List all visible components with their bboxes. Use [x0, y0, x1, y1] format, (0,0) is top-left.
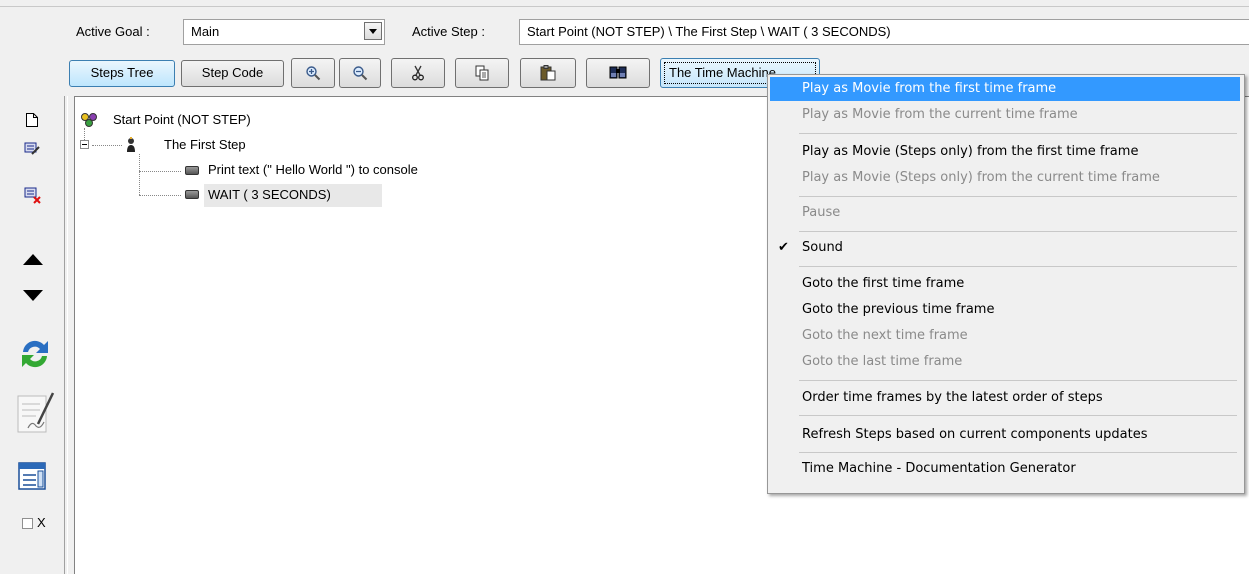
left-toolbar: [0, 96, 62, 574]
chevron-down-icon[interactable]: [364, 22, 382, 40]
find-button[interactable]: [586, 58, 650, 88]
menu-separator: [799, 415, 1237, 416]
menu-item-sound-label: Sound: [802, 240, 843, 255]
move-down-icon[interactable]: [22, 289, 44, 303]
active-goal-value: Main: [191, 24, 220, 39]
menu-item-goto-previous[interactable]: Goto the previous time frame: [770, 298, 1240, 322]
start-point-icon: [81, 113, 97, 127]
copy-button[interactable]: [455, 58, 509, 88]
tree-connector: [139, 195, 181, 196]
steps-tree-button[interactable]: Steps Tree: [69, 60, 175, 87]
menu-separator: [799, 196, 1237, 197]
notes-icon[interactable]: [16, 390, 56, 436]
tree-connector: [139, 154, 140, 195]
collapse-icon[interactable]: [80, 140, 89, 149]
cut-button[interactable]: [391, 58, 445, 88]
left-toolbar-divider-highlight: [67, 96, 68, 574]
move-up-icon[interactable]: [22, 252, 44, 266]
menu-item-sound[interactable]: ✔ Sound: [770, 236, 1240, 260]
zoom-in-button[interactable]: [291, 58, 335, 88]
zoom-in-icon: [306, 66, 321, 81]
active-step-label: Active Step :: [412, 24, 485, 39]
time-machine-menu-items: Play as Movie from the first time frame …: [767, 74, 1245, 494]
edit-step-icon[interactable]: [24, 140, 40, 156]
refresh-icon[interactable]: [17, 336, 53, 372]
left-toolbar-divider: [64, 96, 65, 574]
active-step-field[interactable]: Start Point (NOT STEP) \ The First Step …: [519, 19, 1249, 45]
menu-separator: [799, 231, 1237, 232]
step-command-icon: [185, 166, 199, 175]
menu-item-goto-first[interactable]: Goto the first time frame: [770, 272, 1240, 296]
active-step-value: Start Point (NOT STEP) \ The First Step …: [527, 24, 891, 39]
window-top-border: [0, 6, 1249, 7]
step-command-icon: [185, 190, 199, 199]
menu-item-play-steps-current[interactable]: Play as Movie (Steps only) from the curr…: [770, 166, 1240, 190]
window-icon[interactable]: [18, 462, 46, 490]
menu-separator: [799, 133, 1237, 134]
paste-button[interactable]: [520, 58, 576, 88]
menu-item-play-movie-current[interactable]: Play as Movie from the current time fram…: [770, 103, 1240, 127]
tree-node-the-first-step[interactable]: The First Step: [164, 137, 246, 152]
menu-item-play-steps-first[interactable]: Play as Movie (Steps only) from the firs…: [770, 140, 1240, 164]
menu-item-order-time-frames[interactable]: Order time frames by the latest order of…: [770, 386, 1240, 410]
tree-node-print-text[interactable]: Print text (" Hello World ") to console: [208, 162, 418, 177]
zoom-out-button[interactable]: [339, 58, 381, 88]
menu-separator: [799, 452, 1237, 453]
menu-separator: [799, 266, 1237, 267]
menu-separator: [799, 380, 1237, 381]
menu-item-pause[interactable]: Pause: [770, 201, 1240, 225]
step-node-icon: [127, 137, 135, 152]
menu-item-goto-next[interactable]: Goto the next time frame: [770, 324, 1240, 348]
check-icon: ✔: [778, 240, 789, 255]
zoom-out-icon: [353, 66, 368, 81]
x-checkbox[interactable]: [22, 518, 33, 529]
find-icon: [609, 66, 627, 79]
tree-connector: [139, 171, 181, 172]
new-file-icon[interactable]: [25, 112, 39, 128]
cut-icon: [412, 65, 424, 81]
tree-node-wait[interactable]: WAIT ( 3 SECONDS): [208, 187, 331, 202]
tree-node-start-point[interactable]: Start Point (NOT STEP): [113, 112, 251, 127]
tree-connector: [92, 145, 122, 146]
tree-connector: [84, 128, 85, 140]
copy-icon: [475, 65, 489, 81]
step-code-button[interactable]: Step Code: [181, 60, 284, 87]
paste-icon: [540, 65, 556, 81]
menu-item-documentation-generator[interactable]: Time Machine - Documentation Generator: [770, 457, 1240, 481]
active-goal-label: Active Goal :: [76, 24, 150, 39]
menu-item-play-movie-first[interactable]: Play as Movie from the first time frame: [770, 77, 1240, 101]
x-checkbox-label: X: [37, 515, 46, 530]
delete-step-icon[interactable]: [24, 186, 42, 204]
active-goal-select[interactable]: Main: [183, 19, 385, 45]
menu-item-refresh-steps[interactable]: Refresh Steps based on current component…: [770, 423, 1240, 447]
menu-item-goto-last[interactable]: Goto the last time frame: [770, 350, 1240, 374]
